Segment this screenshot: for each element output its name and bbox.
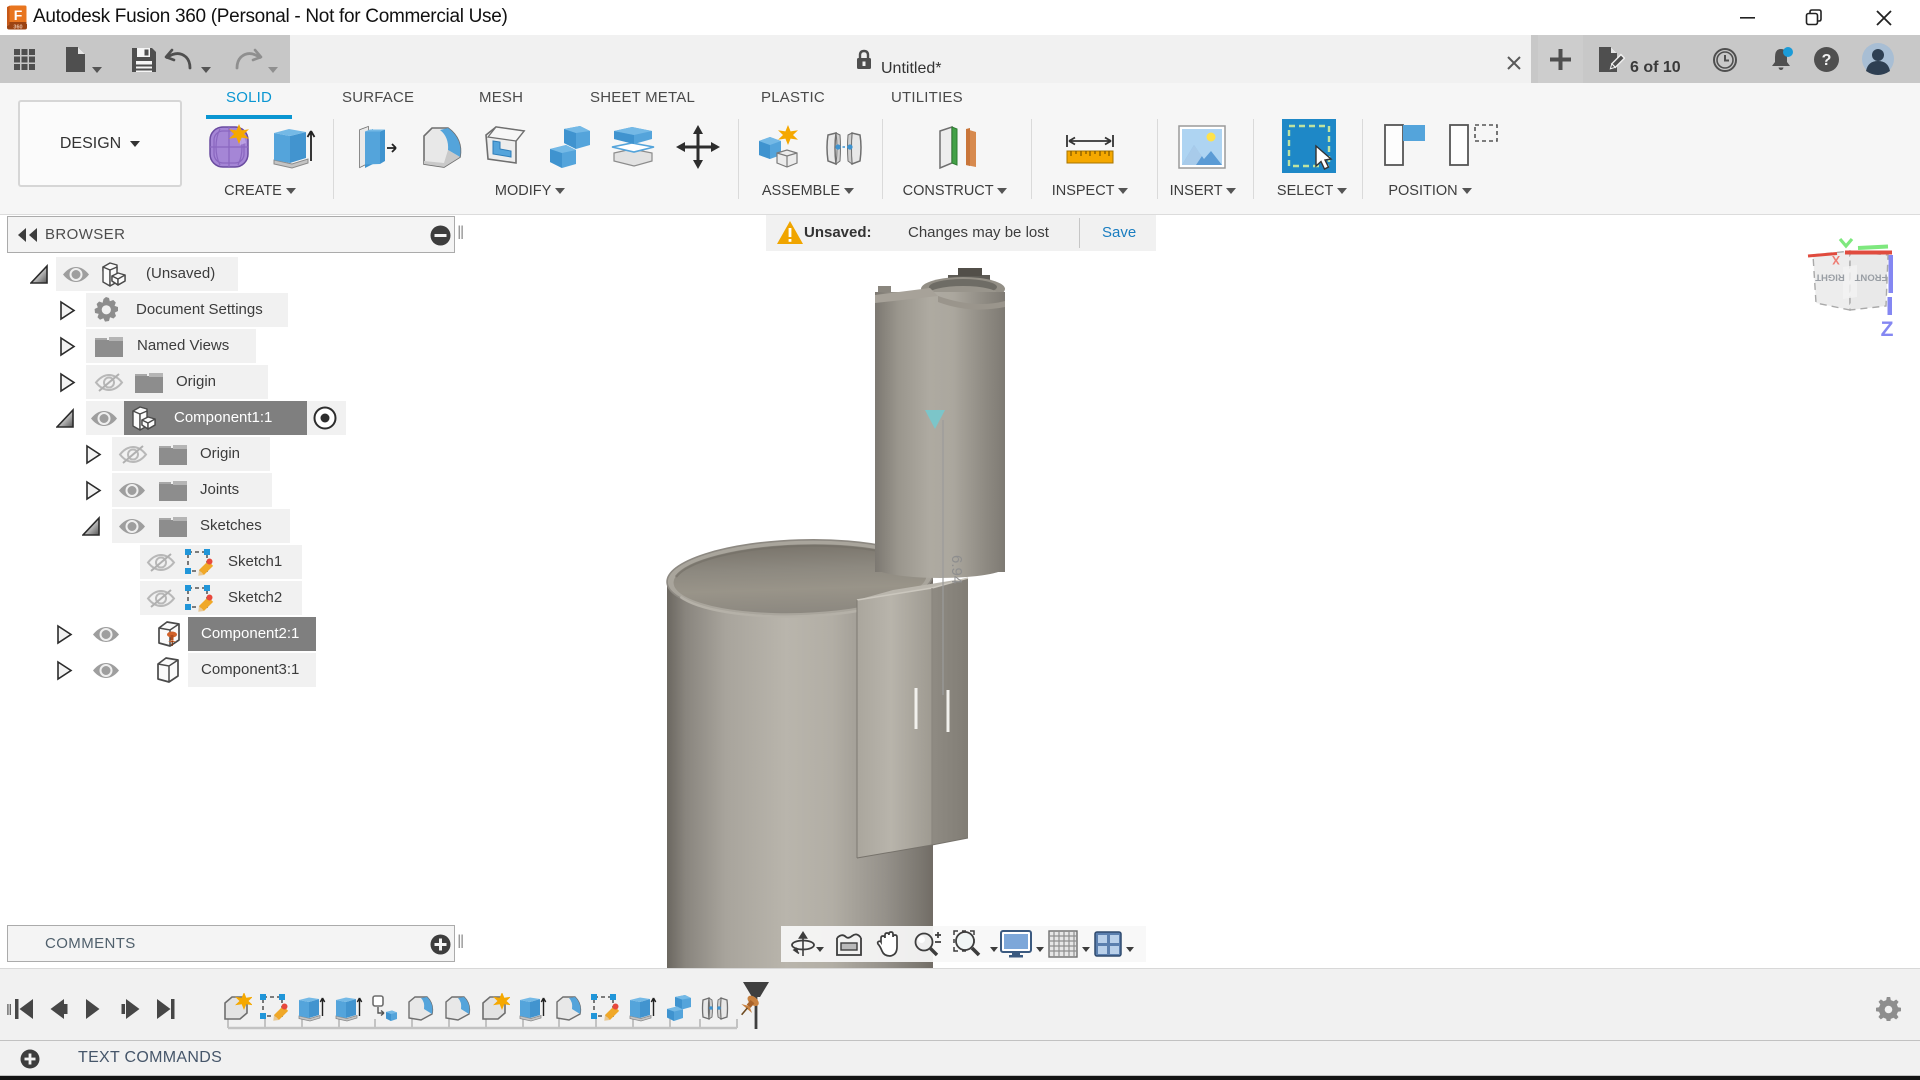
- svg-text:360: 360: [13, 25, 22, 30]
- svg-text:FRONT: FRONT: [1854, 272, 1887, 283]
- svg-text:?: ?: [1822, 52, 1832, 69]
- svg-text:F: F: [14, 7, 23, 23]
- svg-text:RIGHT: RIGHT: [1815, 272, 1845, 283]
- svg-text:6.94: 6.94: [948, 555, 965, 584]
- svg-text:X: X: [1832, 253, 1840, 267]
- svg-text:Z: Z: [1881, 318, 1894, 340]
